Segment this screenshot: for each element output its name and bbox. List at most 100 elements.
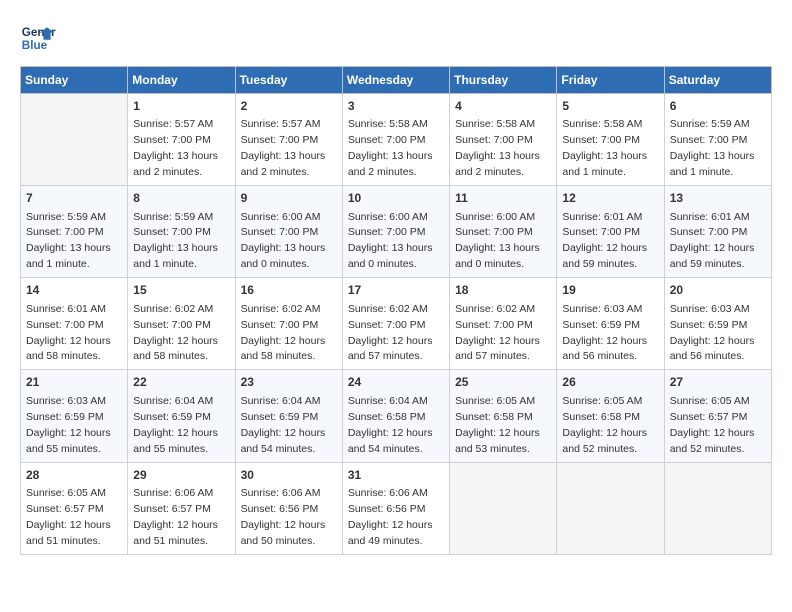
day-info: Sunrise: 6:04 AMSunset: 6:58 PMDaylight:…: [348, 395, 433, 455]
day-number: 8: [133, 190, 229, 207]
day-number: 11: [455, 190, 551, 207]
calendar-cell: 19Sunrise: 6:03 AMSunset: 6:59 PMDayligh…: [557, 278, 664, 370]
day-info: Sunrise: 6:04 AMSunset: 6:59 PMDaylight:…: [133, 395, 218, 455]
calendar-cell: 20Sunrise: 6:03 AMSunset: 6:59 PMDayligh…: [664, 278, 771, 370]
calendar-cell: 3 Sunrise: 5:58 AMSunset: 7:00 PMDaylight…: [342, 94, 449, 186]
day-number: 18: [455, 282, 551, 299]
day-info: Sunrise: 6:05 AMSunset: 6:57 PMDaylight:…: [26, 487, 111, 547]
day-info: Sunrise: 5:58 AMSunset: 7:00 PMDaylight:…: [562, 118, 647, 178]
calendar-cell: 30 Sunrise: 6:06 AMSunset: 6:56 PMDayligh…: [235, 462, 342, 554]
day-number: 31: [348, 467, 444, 484]
calendar-cell: 7Sunrise: 5:59 AMSunset: 7:00 PMDaylight…: [21, 186, 128, 278]
calendar-cell: 8Sunrise: 5:59 AMSunset: 7:00 PMDaylight…: [128, 186, 235, 278]
day-info: Sunrise: 6:02 AMSunset: 7:00 PMDaylight:…: [348, 303, 433, 363]
calendar-cell: 17 Sunrise: 6:02 AMSunset: 7:00 PMDayligh…: [342, 278, 449, 370]
calendar-cell: 15 Sunrise: 6:02 AMSunset: 7:00 PMDayligh…: [128, 278, 235, 370]
calendar-cell: 23 Sunrise: 6:04 AMSunset: 6:59 PMDayligh…: [235, 370, 342, 462]
day-info: Sunrise: 6:05 AMSunset: 6:58 PMDaylight:…: [562, 395, 647, 455]
day-number: 30: [241, 467, 337, 484]
calendar-cell: 13 Sunrise: 6:01 AMSunset: 7:00 PMDayligh…: [664, 186, 771, 278]
calendar-cell: [557, 462, 664, 554]
day-number: 27: [670, 374, 766, 391]
day-number: 9: [241, 190, 337, 207]
calendar-cell: 12Sunrise: 6:01 AMSunset: 7:00 PMDayligh…: [557, 186, 664, 278]
calendar-cell: 6 Sunrise: 5:59 AMSunset: 7:00 PMDaylight…: [664, 94, 771, 186]
day-info: Sunrise: 6:02 AMSunset: 7:00 PMDaylight:…: [241, 303, 326, 363]
calendar-cell: 27Sunrise: 6:05 AMSunset: 6:57 PMDayligh…: [664, 370, 771, 462]
calendar-body: 1 Sunrise: 5:57 AMSunset: 7:00 PMDaylight…: [21, 94, 772, 555]
calendar-cell: [21, 94, 128, 186]
svg-text:General: General: [22, 26, 56, 39]
day-number: 29: [133, 467, 229, 484]
day-number: 3: [348, 98, 444, 115]
calendar-week-5: 28 Sunrise: 6:05 AMSunset: 6:57 PMDayligh…: [21, 462, 772, 554]
day-info: Sunrise: 6:02 AMSunset: 7:00 PMDaylight:…: [455, 303, 540, 363]
day-info: Sunrise: 5:59 AMSunset: 7:00 PMDaylight:…: [26, 211, 111, 271]
day-info: Sunrise: 6:00 AMSunset: 7:00 PMDaylight:…: [455, 211, 540, 271]
calendar-cell: 1 Sunrise: 5:57 AMSunset: 7:00 PMDaylight…: [128, 94, 235, 186]
day-info: Sunrise: 5:59 AMSunset: 7:00 PMDaylight:…: [670, 118, 755, 178]
day-number: 13: [670, 190, 766, 207]
day-number: 5: [562, 98, 658, 115]
day-number: 14: [26, 282, 122, 299]
column-header-thursday: Thursday: [450, 67, 557, 94]
calendar-cell: 18 Sunrise: 6:02 AMSunset: 7:00 PMDayligh…: [450, 278, 557, 370]
calendar-cell: 29 Sunrise: 6:06 AMSunset: 6:57 PMDayligh…: [128, 462, 235, 554]
day-info: Sunrise: 5:57 AMSunset: 7:00 PMDaylight:…: [133, 118, 218, 178]
day-info: Sunrise: 5:58 AMSunset: 7:00 PMDaylight:…: [348, 118, 433, 178]
day-info: Sunrise: 6:03 AMSunset: 6:59 PMDaylight:…: [26, 395, 111, 455]
column-header-sunday: Sunday: [21, 67, 128, 94]
day-number: 23: [241, 374, 337, 391]
day-number: 22: [133, 374, 229, 391]
calendar-cell: 9 Sunrise: 6:00 AMSunset: 7:00 PMDaylight…: [235, 186, 342, 278]
calendar-week-4: 21Sunrise: 6:03 AMSunset: 6:59 PMDayligh…: [21, 370, 772, 462]
calendar-week-3: 14 Sunrise: 6:01 AMSunset: 7:00 PMDayligh…: [21, 278, 772, 370]
day-number: 16: [241, 282, 337, 299]
calendar-cell: 28 Sunrise: 6:05 AMSunset: 6:57 PMDayligh…: [21, 462, 128, 554]
day-number: 10: [348, 190, 444, 207]
day-info: Sunrise: 6:05 AMSunset: 6:58 PMDaylight:…: [455, 395, 540, 455]
logo: General Blue: [20, 20, 56, 56]
day-number: 4: [455, 98, 551, 115]
calendar-cell: 25 Sunrise: 6:05 AMSunset: 6:58 PMDayligh…: [450, 370, 557, 462]
calendar-cell: 24 Sunrise: 6:04 AMSunset: 6:58 PMDayligh…: [342, 370, 449, 462]
calendar-table: SundayMondayTuesdayWednesdayThursdayFrid…: [20, 66, 772, 555]
day-number: 6: [670, 98, 766, 115]
column-header-wednesday: Wednesday: [342, 67, 449, 94]
calendar-cell: 22 Sunrise: 6:04 AMSunset: 6:59 PMDayligh…: [128, 370, 235, 462]
page-header: General Blue: [20, 20, 772, 56]
day-info: Sunrise: 6:01 AMSunset: 7:00 PMDaylight:…: [26, 303, 111, 363]
calendar-cell: 14 Sunrise: 6:01 AMSunset: 7:00 PMDayligh…: [21, 278, 128, 370]
column-header-monday: Monday: [128, 67, 235, 94]
day-info: Sunrise: 6:01 AMSunset: 7:00 PMDaylight:…: [670, 211, 755, 271]
column-header-saturday: Saturday: [664, 67, 771, 94]
day-info: Sunrise: 6:04 AMSunset: 6:59 PMDaylight:…: [241, 395, 326, 455]
calendar-cell: 5 Sunrise: 5:58 AMSunset: 7:00 PMDaylight…: [557, 94, 664, 186]
day-number: 15: [133, 282, 229, 299]
calendar-cell: 11 Sunrise: 6:00 AMSunset: 7:00 PMDayligh…: [450, 186, 557, 278]
day-info: Sunrise: 5:57 AMSunset: 7:00 PMDaylight:…: [241, 118, 326, 178]
day-info: Sunrise: 6:03 AMSunset: 6:59 PMDaylight:…: [562, 303, 647, 363]
calendar-week-1: 1 Sunrise: 5:57 AMSunset: 7:00 PMDaylight…: [21, 94, 772, 186]
day-number: 28: [26, 467, 122, 484]
day-info: Sunrise: 6:00 AMSunset: 7:00 PMDaylight:…: [241, 211, 326, 271]
calendar-header-row: SundayMondayTuesdayWednesdayThursdayFrid…: [21, 67, 772, 94]
day-info: Sunrise: 6:06 AMSunset: 6:56 PMDaylight:…: [241, 487, 326, 547]
calendar-week-2: 7Sunrise: 5:59 AMSunset: 7:00 PMDaylight…: [21, 186, 772, 278]
column-header-tuesday: Tuesday: [235, 67, 342, 94]
day-number: 26: [562, 374, 658, 391]
day-info: Sunrise: 5:58 AMSunset: 7:00 PMDaylight:…: [455, 118, 540, 178]
day-number: 25: [455, 374, 551, 391]
day-number: 1: [133, 98, 229, 115]
calendar-cell: [450, 462, 557, 554]
day-number: 24: [348, 374, 444, 391]
calendar-cell: 21Sunrise: 6:03 AMSunset: 6:59 PMDayligh…: [21, 370, 128, 462]
day-info: Sunrise: 6:02 AMSunset: 7:00 PMDaylight:…: [133, 303, 218, 363]
day-info: Sunrise: 6:06 AMSunset: 6:57 PMDaylight:…: [133, 487, 218, 547]
day-info: Sunrise: 6:06 AMSunset: 6:56 PMDaylight:…: [348, 487, 433, 547]
column-header-friday: Friday: [557, 67, 664, 94]
calendar-cell: 31 Sunrise: 6:06 AMSunset: 6:56 PMDayligh…: [342, 462, 449, 554]
day-number: 17: [348, 282, 444, 299]
day-info: Sunrise: 6:00 AMSunset: 7:00 PMDaylight:…: [348, 211, 433, 271]
calendar-cell: 26 Sunrise: 6:05 AMSunset: 6:58 PMDayligh…: [557, 370, 664, 462]
